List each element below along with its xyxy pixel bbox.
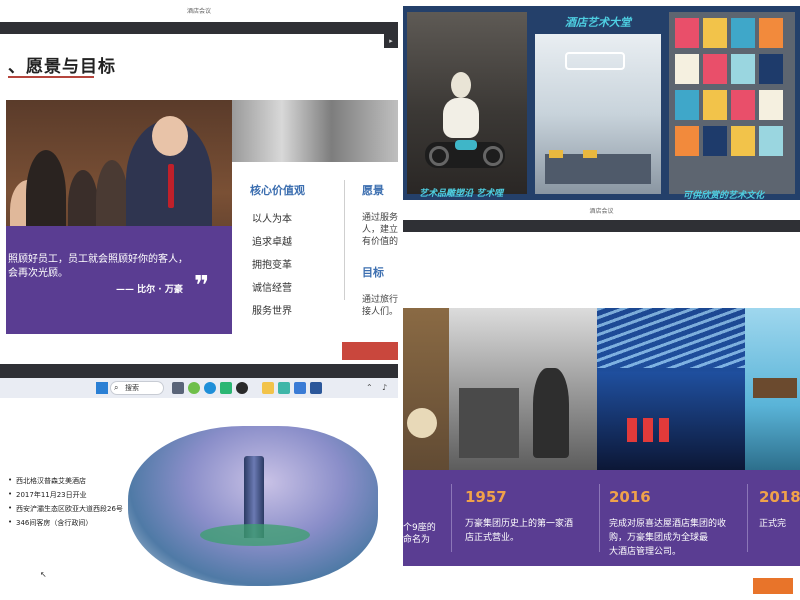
milestone-year: 1957 bbox=[465, 488, 507, 506]
island-shape bbox=[200, 524, 310, 546]
heading-underline bbox=[8, 76, 94, 78]
milestone-desc: 完成对原喜达屋酒店集团的收 bbox=[609, 519, 727, 529]
value-item: 追求卓越 bbox=[252, 237, 292, 248]
core-values-title: 核心价值观 bbox=[250, 184, 305, 197]
column-divider bbox=[344, 180, 345, 300]
timeline-divider bbox=[451, 484, 452, 552]
historic-photo bbox=[232, 100, 398, 162]
tiles-caption: 可供欣赏的艺术文化 bbox=[683, 191, 765, 200]
files-icon[interactable] bbox=[172, 382, 184, 394]
vision-slide-panel: 酒店会议 ▸ 、愿景与目标 照顾好员工，员工就会照顾好你的客人， 会再次光顾。 … bbox=[0, 0, 398, 360]
vision-title: 愿景 bbox=[362, 184, 384, 197]
window-title: 酒店会议 bbox=[186, 8, 211, 15]
side-toggle-button[interactable]: ▸ bbox=[384, 34, 398, 48]
accent-block bbox=[342, 342, 398, 360]
slide-top-bar bbox=[0, 22, 398, 34]
quote-mark-icon: ❞ bbox=[194, 271, 210, 301]
hotel-bullet: 2017年11月23日开业 bbox=[8, 490, 87, 500]
folder-icon[interactable] bbox=[262, 382, 274, 394]
goal-title: 目标 bbox=[362, 266, 384, 279]
browser-icon[interactable] bbox=[188, 382, 200, 394]
window-titlebar: 酒店会议 bbox=[0, 0, 398, 22]
timeline-band bbox=[403, 470, 800, 566]
value-item: 拥抱变革 bbox=[252, 260, 292, 271]
lobby-photo bbox=[535, 34, 661, 194]
sculpture-caption: 艺术品雕塑沿 艺术哩 bbox=[419, 189, 504, 199]
timeline-divider bbox=[599, 484, 600, 552]
history-slide-panel: 酒店会议 个9座的 命名为 1957 万豪集团历史上的第一家酒 店正式营业。 2… bbox=[403, 200, 800, 600]
sculpture-photo bbox=[407, 12, 527, 194]
edge-icon[interactable] bbox=[204, 382, 216, 394]
milestone-desc: 店正式营业。 bbox=[465, 533, 520, 543]
bar-interior-photo bbox=[597, 308, 745, 470]
value-item: 以人为本 bbox=[252, 214, 292, 225]
hotel-info-screen: 搜索 ⌕ ⌃ ♪ 西北格汉普森艾美酒店 2017年11月23日开业 西安浐灞生态… bbox=[0, 364, 398, 600]
window-titlebar: 酒店会议 bbox=[403, 200, 800, 220]
milestone-desc: 购，万豪集团成为全球最 bbox=[609, 533, 709, 543]
slide-bottom-bar bbox=[0, 364, 398, 378]
milestone-desc: 大酒店管理公司。 bbox=[609, 547, 682, 557]
overwater-villa-photo bbox=[745, 308, 800, 470]
quote-text-line2: 会再次光顾。 bbox=[8, 268, 68, 279]
timeline-divider bbox=[747, 484, 748, 552]
art-lobby-panel: 酒店艺术大堂 艺术品雕塑沿 艺术哩 可供欣赏的艺术文化 bbox=[403, 0, 800, 200]
value-item: 诚信经营 bbox=[252, 283, 292, 294]
cursor-icon: ↖ bbox=[40, 570, 47, 579]
tray-chevron-icon[interactable]: ⌃ bbox=[366, 383, 373, 392]
quote-text-line1: 照顾好员工，员工就会照顾好你的客人， bbox=[8, 254, 188, 265]
chat-icon[interactable] bbox=[220, 382, 232, 394]
timeline-left-text: 命名为 bbox=[403, 535, 431, 545]
hotel-bullet: 西北格汉普森艾美酒店 bbox=[8, 476, 86, 486]
quote-author: —— 比尔 · 万豪 bbox=[116, 285, 183, 295]
art-tiles-photo bbox=[669, 12, 795, 194]
screenshot-collage: 酒店会议 ▸ 、愿景与目标 照顾好员工，员工就会照顾好你的客人， 会再次光顾。 … bbox=[0, 0, 800, 600]
speaker-icon[interactable]: ♪ bbox=[382, 383, 387, 392]
search-icon: ⌕ bbox=[114, 383, 119, 392]
word-icon[interactable] bbox=[310, 382, 322, 394]
hotel-bullet: 346间客房（含行政间） bbox=[8, 518, 92, 528]
milestone-year: 2018 bbox=[759, 488, 800, 506]
milestone-year: 2016 bbox=[609, 488, 651, 506]
vision-text: 有价值的 bbox=[362, 237, 398, 247]
accent-block bbox=[753, 578, 793, 594]
hotel-bullet: 西安浐灞生态区欧亚大道西段26号 bbox=[8, 504, 123, 514]
window-title: 酒店会议 bbox=[589, 208, 614, 215]
slide-heading: 、愿景与目标 bbox=[8, 57, 116, 77]
first-hotel-photo bbox=[449, 308, 597, 470]
goal-text: 接人们。 bbox=[362, 307, 398, 317]
start-button-icon[interactable] bbox=[96, 382, 108, 394]
milestone-desc: 万豪集团历史上的第一家酒 bbox=[465, 519, 574, 529]
store-icon[interactable] bbox=[294, 382, 306, 394]
vintage-sign-photo bbox=[403, 308, 449, 494]
collage-title: 酒店艺术大堂 bbox=[565, 16, 631, 29]
slide-top-bar bbox=[403, 220, 800, 232]
value-item: 服务世界 bbox=[252, 306, 292, 317]
app-icon[interactable] bbox=[278, 382, 290, 394]
milestone-desc: 正式完 bbox=[759, 519, 787, 529]
qq-icon[interactable] bbox=[236, 382, 248, 394]
